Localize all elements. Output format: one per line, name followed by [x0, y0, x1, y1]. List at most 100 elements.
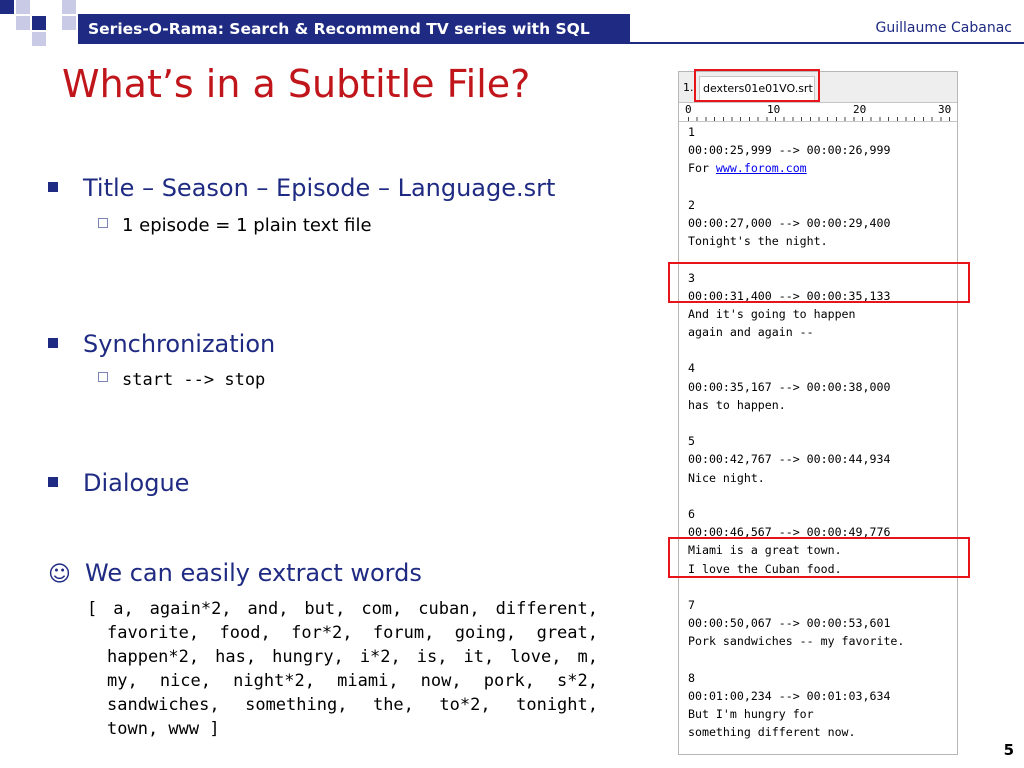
srt-line-text: 7: [688, 597, 695, 612]
srt-line-text: 3: [688, 270, 695, 285]
srt-line: has to happen.: [688, 396, 904, 414]
srt-line-text: For: [688, 161, 716, 176]
srt-line-text: [688, 489, 695, 503]
extracted-word-list: [ a, again*2, and, but, com, cuban, diff…: [87, 599, 598, 739]
square-bullet-icon: [48, 182, 58, 192]
slide-title: What’s in a Subtitle File?: [62, 62, 531, 106]
sub-bullet-text: start --> stop: [122, 370, 266, 390]
header-title: Series-O-Rama: Search & Recommend TV ser…: [78, 14, 630, 44]
srt-line: 00:00:25,999 --> 00:00:26,999: [688, 141, 904, 159]
srt-line: 1: [688, 123, 904, 141]
bullet-filename-format: Title – Season – Episode – Language.srt: [48, 174, 555, 202]
srt-line-text: And it's going to happen: [688, 306, 856, 321]
srt-line: 00:00:27,000 --> 00:00:29,400: [688, 214, 904, 232]
bullet-text: Title – Season – Episode – Language.srt: [83, 174, 556, 202]
deco-square: [0, 0, 14, 14]
deco-square: [16, 0, 30, 14]
tab-srt-file[interactable]: dexters01e01VO.srt: [699, 76, 815, 102]
srt-line-text: [688, 180, 695, 194]
bullet-text: Synchronization: [83, 330, 276, 358]
srt-line-text: 4: [688, 361, 695, 376]
bullet-dialogue: Dialogue: [48, 469, 189, 497]
deco-square: [62, 16, 76, 30]
srt-line: Miami is a great town.: [688, 541, 904, 559]
bullet-text: We can easily extract words: [85, 559, 422, 587]
tab-previous[interactable]: 1..: [683, 81, 697, 94]
srt-line-text: 6: [688, 506, 695, 521]
hollow-square-bullet-icon: [98, 372, 108, 382]
srt-line: 5: [688, 432, 904, 450]
ruler-ticks: [688, 117, 952, 121]
srt-line-text: [688, 343, 695, 357]
srt-line: But I'm hungry for: [688, 705, 904, 723]
srt-line-text: Nice night.: [688, 470, 765, 485]
srt-line-text: [688, 652, 695, 666]
srt-line-text: 2: [688, 197, 695, 212]
editor-tab-strip: 1.. dexters01e01VO.srt: [679, 72, 957, 103]
srt-line-text: [688, 580, 695, 594]
srt-line: 00:00:42,767 --> 00:00:44,934: [688, 450, 904, 468]
srt-line: again and again --: [688, 323, 904, 341]
srt-line: [688, 341, 904, 359]
srt-line-text: 00:00:42,767 --> 00:00:44,934: [688, 452, 891, 467]
srt-link[interactable]: www.forom.com: [716, 161, 807, 175]
srt-line-text: 00:00:35,167 --> 00:00:38,000: [688, 379, 891, 394]
square-bullet-icon: [48, 338, 58, 348]
srt-line-text: Tonight's the night.: [688, 234, 828, 249]
srt-line: [688, 650, 904, 668]
srt-line-text: [688, 416, 695, 430]
srt-line: [688, 414, 904, 432]
ruler-label: 30: [938, 103, 952, 116]
srt-line-text: has to happen.: [688, 397, 786, 412]
srt-line: 4: [688, 359, 904, 377]
srt-line-text: 1: [688, 125, 695, 139]
srt-line: 00:00:31,400 --> 00:00:35,133: [688, 287, 904, 305]
hollow-square-bullet-icon: [98, 218, 108, 228]
srt-line-text: 00:00:25,999 --> 00:00:26,999: [688, 143, 891, 158]
srt-line-text: 00:00:31,400 --> 00:00:35,133: [688, 288, 891, 303]
deco-square: [32, 32, 46, 46]
srt-line: 00:00:35,167 --> 00:00:38,000: [688, 378, 904, 396]
srt-line: Nice night.: [688, 469, 904, 487]
srt-line-text: I love the Cuban food.: [688, 561, 842, 576]
srt-line: [688, 250, 904, 268]
srt-line: 00:01:00,234 --> 00:01:03,634: [688, 687, 904, 705]
author-name: Guillaume Cabanac: [875, 20, 1012, 36]
srt-line: 3: [688, 269, 904, 287]
srt-line: For www.forom.com: [688, 159, 904, 177]
srt-line-text: again and again --: [688, 325, 814, 340]
srt-line: 2: [688, 196, 904, 214]
srt-line: [688, 578, 904, 596]
bullet-text: Dialogue: [83, 469, 190, 497]
deco-square: [32, 16, 46, 30]
srt-line: Pork sandwiches -- my favorite.: [688, 632, 904, 650]
ruler-label: 10: [767, 103, 781, 116]
header-divider: [630, 42, 1024, 44]
srt-line-text: something different now.: [688, 725, 856, 740]
srt-line-text: But I'm hungry for: [688, 707, 814, 721]
srt-line: 8: [688, 669, 904, 687]
srt-editor-panel: 1.. dexters01e01VO.srt 0 10 20 30 1 00:00…: [678, 71, 958, 755]
srt-line: something different now.: [688, 723, 904, 741]
srt-line: 00:00:50,067 --> 00:00:53,601: [688, 614, 904, 632]
srt-line: 7: [688, 596, 904, 614]
srt-line-text: 00:01:00,234 --> 00:01:03,634: [688, 688, 891, 703]
sub-bullet-start-stop: start --> stop: [98, 369, 265, 390]
srt-line-text: [688, 252, 695, 266]
srt-line-text: 8: [688, 670, 695, 685]
srt-line: 00:00:46,567 --> 00:00:49,776: [688, 523, 904, 541]
srt-line-text: 00:00:46,567 --> 00:00:49,776: [688, 525, 891, 540]
srt-line-text: Miami is a great town.: [688, 543, 842, 558]
srt-text-content[interactable]: 1 00:00:25,999 --> 00:00:26,999 For www.fo…: [688, 123, 904, 741]
sub-bullet-plain-text: 1 episode = 1 plain text file: [98, 215, 372, 236]
srt-line-text: Pork sandwiches -- my favorite.: [688, 634, 905, 649]
srt-line: [688, 487, 904, 505]
sub-bullet-text: 1 episode = 1 plain text file: [122, 215, 372, 236]
deco-square: [62, 0, 76, 14]
srt-line: 6: [688, 505, 904, 523]
deco-square: [16, 16, 30, 30]
bullet-synchronization: Synchronization: [48, 330, 275, 358]
column-ruler: 0 10 20 30: [679, 103, 957, 122]
page-number: 5: [1003, 741, 1014, 759]
ruler-label: 20: [853, 103, 867, 116]
